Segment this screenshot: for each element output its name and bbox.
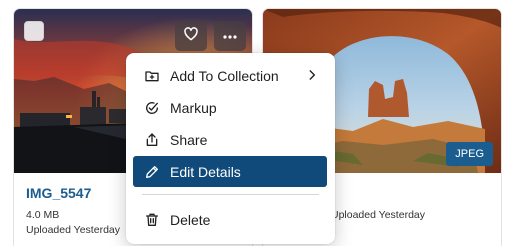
asset-filename[interactable] [331, 185, 491, 203]
folder-plus-icon [144, 68, 160, 84]
heart-icon [183, 26, 199, 47]
ellipsis-icon [222, 27, 238, 45]
menu-item-edit-details[interactable]: Edit Details [133, 156, 327, 187]
menu-item-add-to-collection[interactable]: Add To Collection [133, 60, 327, 91]
share-icon [144, 132, 160, 148]
menu-item-delete[interactable]: Delete [133, 204, 327, 235]
check-circle-icon [144, 100, 160, 116]
asset-info: Uploaded Yesterday [331, 185, 491, 221]
chevron-right-icon [305, 68, 319, 82]
file-type-badge: JPEG [446, 142, 493, 166]
menu-item-share[interactable]: Share [133, 124, 327, 155]
pencil-icon [144, 164, 160, 180]
menu-divider [142, 194, 319, 195]
menu-item-label: Delete [170, 211, 211, 228]
menu-item-label: Add To Collection [170, 67, 279, 84]
asset-context-menu: Add To Collection Markup Share Edit Deta… [126, 53, 335, 244]
menu-item-label: Share [170, 131, 208, 148]
more-options-button[interactable] [214, 21, 246, 51]
menu-item-label: Markup [170, 99, 217, 116]
menu-item-label: Edit Details [170, 163, 241, 180]
favorite-button[interactable] [175, 21, 207, 51]
select-checkbox[interactable] [24, 21, 44, 41]
menu-item-markup[interactable]: Markup [133, 92, 327, 123]
asset-upload-date: Uploaded Yesterday [331, 209, 425, 221]
trash-icon [144, 212, 160, 228]
